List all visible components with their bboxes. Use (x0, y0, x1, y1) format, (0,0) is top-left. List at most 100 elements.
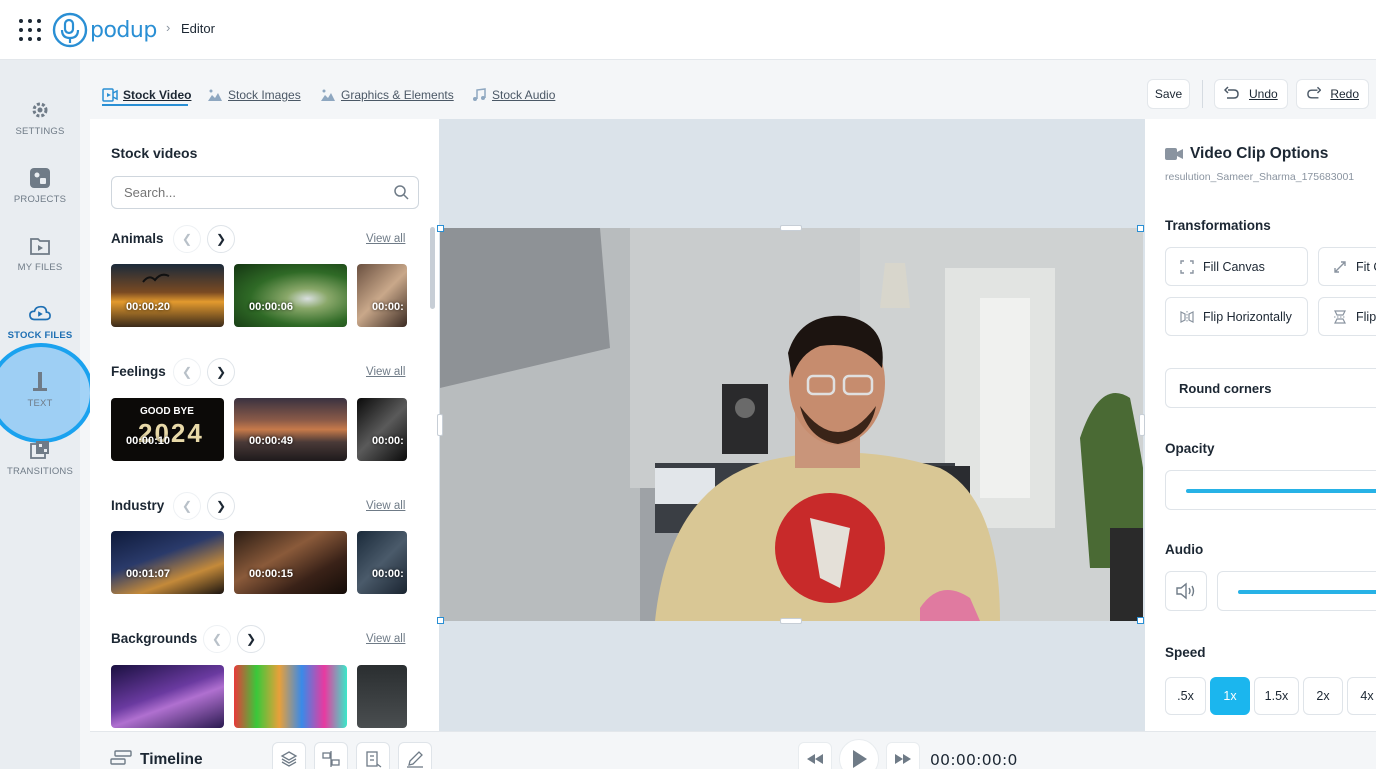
category-prev-button[interactable]: ❮ (173, 492, 201, 520)
speed-option-1x[interactable]: 1x (1210, 677, 1250, 715)
transitions-icon (29, 439, 51, 461)
resize-corner-bottom-right[interactable] (1137, 617, 1144, 624)
flip-horizontal-icon (1180, 310, 1194, 323)
video-thumbnail[interactable]: 00:00: (357, 531, 407, 594)
panel-title: Video Clip Options (1190, 145, 1329, 162)
thumbnail-overlay-text: GOOD BYE (140, 406, 194, 417)
split-button[interactable] (314, 742, 348, 769)
speed-option-label: 4x (1360, 689, 1374, 703)
category-title-feelings: Feelings (111, 364, 166, 379)
video-clip-preview[interactable] (440, 228, 1143, 621)
view-all-link[interactable]: View all (366, 633, 405, 645)
sidebar-item-transitions[interactable]: TRANSITIONS (0, 428, 80, 488)
flip-vertically-button[interactable]: Flip (1318, 297, 1376, 336)
speed-option-0-5x[interactable]: .5x (1165, 677, 1206, 715)
sidebar-item-my-files[interactable]: MY FILES (0, 224, 80, 284)
video-duration: 00:00:20 (126, 301, 171, 313)
stock-videos-panel: Stock videos Animals ❮ ❯ View all 00:00:… (90, 119, 439, 731)
category-next-button[interactable]: ❯ (207, 492, 235, 520)
speed-option-4x[interactable]: 4x (1347, 677, 1376, 715)
view-all-link[interactable]: View all (366, 500, 405, 512)
timeline-title: Timeline (140, 751, 203, 768)
fill-canvas-icon (1180, 259, 1194, 274)
app-grid-icon[interactable] (19, 19, 41, 41)
rewind-icon (807, 754, 823, 764)
search-icon[interactable] (393, 184, 409, 200)
layers-button[interactable] (272, 742, 306, 769)
sidebar-item-text[interactable]: TEXT (0, 360, 80, 420)
category-next-button[interactable]: ❯ (207, 358, 235, 386)
opacity-slider[interactable] (1165, 470, 1376, 510)
category-prev-button[interactable]: ❮ (203, 625, 231, 653)
video-thumbnail[interactable]: 00:00:49 (234, 398, 347, 461)
rewind-button[interactable] (798, 742, 832, 769)
tab-label: Graphics & Elements (341, 88, 454, 102)
timeline-bar: Timeline 00:00:00:0 (90, 731, 1376, 769)
save-button[interactable]: Save (1147, 79, 1190, 109)
resize-corner-top-left[interactable] (437, 225, 444, 232)
speed-option-label: .5x (1177, 689, 1194, 703)
video-thumbnail[interactable] (111, 665, 224, 728)
podup-logo[interactable]: podup (52, 12, 157, 48)
resize-handle-bottom[interactable] (780, 618, 802, 624)
category-prev-button[interactable]: ❮ (173, 225, 201, 253)
redo-label: Redo (1330, 87, 1359, 101)
tab-stock-video[interactable]: Stock Video (102, 84, 191, 106)
resize-handle-top[interactable] (780, 225, 802, 231)
audio-volume-slider[interactable] (1217, 571, 1376, 611)
chevron-right-icon: ❯ (215, 365, 227, 379)
undo-button[interactable]: Undo (1214, 79, 1288, 109)
clip-filename: resulution_Sameer_Sharma_175683001 (1165, 171, 1355, 183)
redo-button[interactable]: Redo (1296, 79, 1369, 109)
speed-option-2x[interactable]: 2x (1303, 677, 1343, 715)
delete-clip-button[interactable] (356, 742, 390, 769)
active-tab-indicator (102, 104, 188, 106)
view-all-link[interactable]: View all (366, 233, 405, 245)
video-thumbnail[interactable]: 00:00:15 (234, 531, 347, 594)
panel-scrollbar[interactable] (430, 227, 435, 309)
chevron-left-icon: ❮ (211, 632, 223, 646)
tab-stock-audio[interactable]: Stock Audio (471, 84, 555, 106)
resize-corner-bottom-left[interactable] (437, 617, 444, 624)
round-corners-toggle[interactable]: Round corners (1165, 368, 1376, 408)
fill-canvas-button[interactable]: Fill Canvas (1165, 247, 1308, 286)
video-thumbnail[interactable]: 00:01:07 (111, 531, 224, 594)
video-thumbnail[interactable]: GOOD BYE 2024 00:00:10 (111, 398, 224, 461)
sidebar-item-label: MY FILES (17, 262, 63, 273)
button-label: Fill Canvas (1203, 259, 1265, 274)
category-prev-button[interactable]: ❮ (173, 358, 201, 386)
sidebar-item-stock-files[interactable]: STOCK FILES (0, 292, 80, 352)
edit-button[interactable] (398, 742, 432, 769)
fast-forward-button[interactable] (886, 742, 920, 769)
resize-handle-left[interactable] (437, 414, 443, 436)
video-thumbnail[interactable]: 00:00:20 (111, 264, 224, 327)
sidebar-item-settings[interactable]: SETTINGS (0, 88, 80, 148)
video-thumbnail[interactable] (357, 665, 407, 728)
video-thumbnail[interactable]: 00:00:06 (234, 264, 347, 327)
view-all-link[interactable]: View all (366, 366, 405, 378)
video-thumbnail[interactable]: 00:00: (357, 398, 407, 461)
speaker-icon (1176, 582, 1195, 600)
video-duration: 00:00:49 (249, 435, 294, 447)
search-input[interactable] (111, 176, 419, 209)
speed-option-1-5x[interactable]: 1.5x (1254, 677, 1299, 715)
tab-stock-images[interactable]: Stock Images (207, 84, 301, 106)
save-label: Save (1154, 87, 1183, 101)
tab-graphics-elements[interactable]: Graphics & Elements (320, 84, 454, 106)
video-thumbnail[interactable] (234, 665, 347, 728)
undo-icon (1224, 86, 1239, 99)
video-duration: 00:00: (372, 301, 404, 313)
category-title-industry: Industry (111, 498, 165, 513)
category-next-button[interactable]: ❯ (207, 225, 235, 253)
video-file-icon (29, 235, 51, 257)
play-button[interactable] (839, 739, 879, 769)
video-thumbnail[interactable]: 00:00: (357, 264, 407, 327)
video-camera-icon (1165, 148, 1183, 160)
volume-button[interactable] (1165, 571, 1207, 611)
resize-corner-top-right[interactable] (1137, 225, 1144, 232)
flip-horizontally-button[interactable]: Flip Horizontally (1165, 297, 1308, 336)
chevron-right-icon: ❯ (215, 232, 227, 246)
category-next-button[interactable]: ❯ (237, 625, 265, 653)
sidebar-item-projects[interactable]: PROJECTS (0, 156, 80, 216)
fit-canvas-button[interactable]: Fit C (1318, 247, 1376, 286)
